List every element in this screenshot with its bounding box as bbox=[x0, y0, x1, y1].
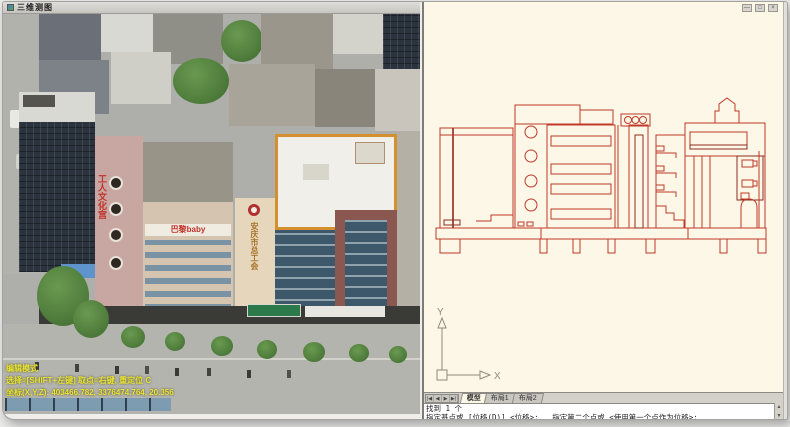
command-scrollbar[interactable]: ▲▼ bbox=[774, 403, 783, 420]
command-line-1: 找到 1 个 bbox=[426, 404, 462, 413]
tree bbox=[173, 58, 229, 104]
window-right-edge bbox=[783, 2, 788, 420]
rooftop-block bbox=[111, 52, 171, 104]
overlay-line-3: 坐标(X,Y,Z): 403466.782, 3376474.764, 20.3… bbox=[6, 388, 174, 397]
round-window bbox=[109, 256, 123, 270]
tab-first-icon[interactable]: |◀ bbox=[426, 395, 434, 402]
window-controls: — □ × bbox=[742, 4, 778, 12]
roof-patch bbox=[23, 95, 55, 107]
tree bbox=[121, 326, 145, 348]
tree bbox=[165, 332, 185, 351]
rooftop-block bbox=[101, 14, 153, 52]
layout-tabbar: |◀ ◀ ▶ ▶| 模型 布局1 布局2 bbox=[424, 392, 785, 403]
rooftop-block bbox=[333, 14, 383, 54]
emblem-ring bbox=[248, 204, 260, 216]
y-axis-label: Y bbox=[437, 307, 444, 318]
screen: 三维测图 bbox=[0, 0, 790, 427]
edit-mode-overlay: 编辑模式选择=[SHIFT+左键] 取点=右键, 重定位 C 坐标(X,Y,Z):… bbox=[6, 363, 174, 399]
app-window: 三维测图 bbox=[2, 1, 788, 420]
rooftop-block bbox=[375, 69, 420, 131]
sign-storefront: 巴黎baby bbox=[171, 225, 206, 234]
tree bbox=[349, 344, 369, 362]
cad-pane: — □ × Y X |◀ ◀ ▶ bbox=[422, 2, 783, 420]
roof-structure bbox=[355, 142, 385, 164]
sign-pink-tower: 工人文化宫 bbox=[97, 174, 106, 219]
scooter bbox=[247, 370, 251, 378]
round-window bbox=[109, 228, 123, 242]
rooftop-block bbox=[383, 14, 420, 76]
round-window bbox=[109, 202, 123, 216]
restore-button[interactable]: □ bbox=[755, 4, 765, 12]
sign-cream-building: 安庆市总工会 bbox=[250, 222, 258, 270]
photo-3d-viewport[interactable]: 工人文化宫 巴黎baby 安庆市总工会 bbox=[3, 14, 420, 414]
tab-nav-arrows[interactable]: |◀ ◀ ▶ ▶| bbox=[425, 394, 459, 403]
rooftop-block bbox=[315, 69, 375, 127]
building-pink-tower bbox=[95, 136, 143, 312]
minimize-button[interactable]: — bbox=[742, 4, 752, 12]
tree bbox=[73, 300, 109, 338]
building-tan-windows bbox=[145, 240, 231, 310]
overlay-line-1: 编辑模式 bbox=[6, 364, 38, 373]
tab-last-icon[interactable]: ▶| bbox=[450, 395, 458, 402]
rooftop-block bbox=[397, 131, 420, 321]
shop-sign-green[interactable] bbox=[247, 304, 301, 317]
scooter bbox=[207, 368, 211, 376]
rooftop-block bbox=[39, 14, 101, 60]
tree bbox=[221, 20, 263, 62]
tab-prev-icon[interactable]: ◀ bbox=[434, 395, 442, 402]
tree bbox=[211, 336, 233, 356]
tab-layout2[interactable]: 布局2 bbox=[512, 393, 544, 403]
roof-structure bbox=[303, 164, 329, 180]
round-window bbox=[109, 176, 123, 190]
building-tan-roof bbox=[143, 142, 233, 202]
tab-next-icon[interactable]: ▶ bbox=[442, 395, 450, 402]
tree bbox=[389, 346, 407, 363]
close-button[interactable]: × bbox=[768, 4, 778, 12]
left-pane-titlebar: 三维测图 bbox=[3, 2, 420, 14]
scooter bbox=[287, 370, 291, 378]
rooftop-block bbox=[261, 14, 333, 70]
bottom-blue-panels bbox=[5, 398, 171, 411]
scooter bbox=[175, 368, 179, 376]
building-blue-glass bbox=[275, 230, 335, 312]
ucs-axis-icon: Y X bbox=[428, 306, 508, 392]
cad-elevation-drawing[interactable] bbox=[428, 68, 784, 286]
command-line-2: 指定基点或 [位移(D)] <位移>: 指定第二个点或 <使用第一个点作为位移>… bbox=[426, 413, 698, 420]
x-axis-label: X bbox=[494, 371, 501, 382]
shop-sign-white bbox=[305, 306, 385, 317]
building-dark-glass bbox=[19, 122, 95, 272]
storefront-sign-strip: 巴黎baby bbox=[145, 224, 231, 236]
app-icon bbox=[7, 4, 14, 11]
building-maroon-glass bbox=[345, 220, 387, 310]
tree bbox=[303, 342, 325, 362]
left-pane-title: 三维测图 bbox=[17, 4, 53, 12]
tree bbox=[257, 340, 277, 359]
rooftop-block bbox=[229, 64, 315, 126]
overlay-line-2: 选择=[SHIFT+左键] 取点=右键, 重定位 C bbox=[6, 376, 151, 385]
command-line[interactable]: 找到 1 个指定基点或 [位移(D)] <位移>: 指定第二个点或 <使用第一个… bbox=[424, 403, 785, 420]
